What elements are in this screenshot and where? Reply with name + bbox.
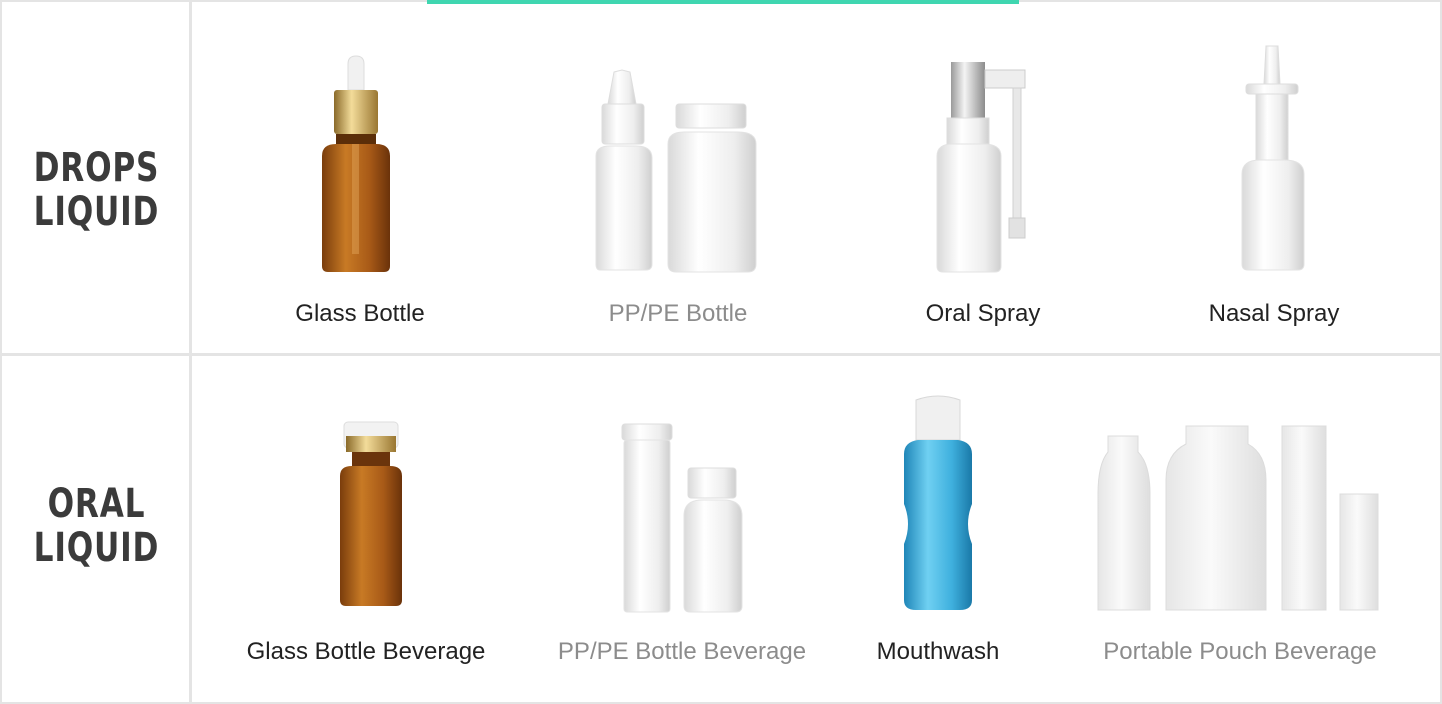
product-nasal-spray[interactable]: Nasal Spray	[1184, 44, 1364, 344]
product-oral-spray[interactable]: Oral Spray	[893, 44, 1073, 344]
product-label: Glass Bottle	[295, 300, 425, 327]
row-title-oral-liquid: ORAL LIQUID	[33, 481, 160, 571]
product-label: PP/PE Bottle	[608, 300, 748, 327]
product-label: Nasal Spray	[1208, 300, 1340, 327]
active-tab-indicator	[427, 0, 1019, 4]
row-oral-liquid: ORAL LIQUID Glass Bottle Beverage PP/PE …	[0, 356, 1442, 704]
row-title-drops-liquid: DROPS LIQUID	[33, 145, 160, 235]
oral-spray-bottle-icon	[936, 62, 1026, 273]
product-mouthwash[interactable]: Mouthwash	[848, 394, 1028, 704]
white-plastic-bottles-icon	[595, 69, 757, 273]
amber-dropper-bottle-icon	[322, 55, 390, 272]
blue-mouthwash-bottle-icon	[904, 395, 972, 610]
pouch-sachets-icon	[1097, 425, 1379, 611]
product-grid: DROPS LIQUID Glass Bottle PP/PE Bottle O…	[0, 0, 1442, 704]
product-label: Mouthwash	[876, 638, 1000, 665]
row-drops-liquid: DROPS LIQUID Glass Bottle PP/PE Bottle O…	[0, 4, 1442, 354]
product-portable-pouch-beverage[interactable]: Portable Pouch Beverage	[1090, 424, 1390, 704]
amber-vial-icon	[340, 421, 402, 606]
white-tube-and-bottle-icon	[621, 423, 743, 613]
product-label: Glass Bottle Beverage	[246, 638, 486, 665]
product-label: Oral Spray	[925, 300, 1041, 327]
product-pp-pe-bottle-beverage[interactable]: PP/PE Bottle Beverage	[558, 416, 806, 704]
product-glass-bottle[interactable]: Glass Bottle	[270, 44, 450, 344]
product-pp-pe-bottle[interactable]: PP/PE Bottle	[588, 44, 768, 344]
product-glass-bottle-beverage[interactable]: Glass Bottle Beverage	[247, 416, 485, 704]
product-label: Portable Pouch Beverage	[1103, 638, 1377, 665]
nasal-spray-bottle-icon	[1241, 45, 1305, 271]
